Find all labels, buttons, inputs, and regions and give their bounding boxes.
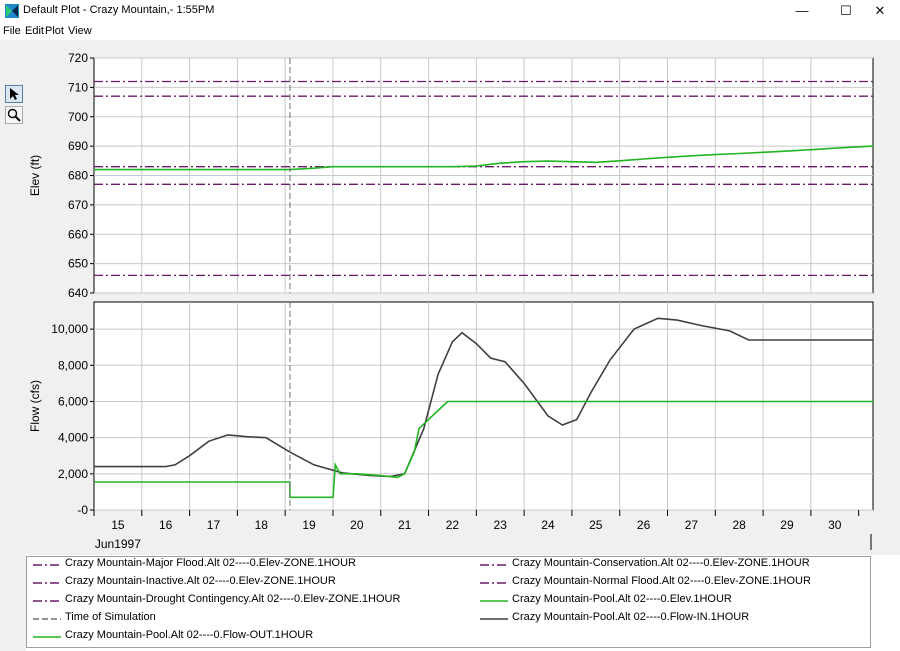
select-arrow-icon[interactable] — [5, 85, 23, 103]
legend-swatch-solid — [33, 636, 61, 638]
flow-ytick-label: 10,000 — [51, 322, 88, 336]
flow-ytick-label: 4,000 — [58, 431, 88, 445]
elev-ytick-label: 650 — [68, 257, 88, 271]
elev-ylabel: Elev (ft) — [28, 155, 42, 196]
menu-bar: File Edit Plot View — [0, 22, 900, 40]
menu-view[interactable]: View — [68, 25, 92, 37]
xtick-label: 17 — [207, 518, 221, 532]
flow-ytick-label: 8,000 — [58, 358, 88, 372]
legend-swatch-dashed — [33, 618, 61, 620]
flow-ytick-label: -0 — [77, 503, 88, 517]
app-icon — [5, 4, 19, 18]
legend-label: Crazy Mountain-Major Flood.Alt 02----0.E… — [65, 557, 356, 569]
flow-ytick-label: 6,000 — [58, 394, 88, 408]
window-title: Default Plot - Crazy Mountain,- 1:55PM — [23, 4, 215, 16]
menu-edit[interactable]: Edit — [25, 25, 44, 37]
legend-label: Crazy Mountain-Pool.Alt 02----0.Flow-OUT… — [65, 629, 314, 641]
plot-canvas[interactable]: 720 710 700 690 680 670 660 650 640 Elev (ft) 10,0… — [26, 40, 900, 555]
xtick-label: 28 — [733, 518, 747, 532]
menu-plot[interactable]: Plot — [45, 25, 64, 37]
menu-file[interactable]: File — [3, 25, 21, 37]
legend-label: Crazy Mountain-Pool.Alt 02----0.Elev.1HO… — [512, 593, 732, 605]
legend-swatch-dashdot — [33, 582, 61, 584]
legend-label: Crazy Mountain-Inactive.Alt 02----0.Elev… — [65, 575, 336, 587]
elev-ytick-label: 680 — [68, 169, 88, 183]
xtick-label: 18 — [255, 518, 269, 532]
legend-label: Crazy Mountain-Normal Flood.Alt 02----0.… — [512, 575, 811, 587]
xtick-label: 23 — [494, 518, 508, 532]
elev-ytick-label: 670 — [68, 198, 88, 212]
legend-swatch-dashdot — [33, 564, 61, 566]
elev-ytick-label: 700 — [68, 110, 88, 124]
title-bar: Default Plot - Crazy Mountain,- 1:55PM —… — [0, 0, 900, 22]
minimize-button[interactable]: — — [780, 0, 824, 22]
legend-label: Crazy Mountain-Pool.Alt 02----0.Flow-IN.… — [512, 611, 750, 623]
elev-ytick-label: 640 — [68, 286, 88, 300]
legend-swatch-dashdot — [480, 582, 508, 584]
elev-ytick-label: 710 — [68, 80, 88, 94]
legend-swatch-dashdot — [33, 600, 61, 602]
flow-ylabel: Flow (cfs) — [28, 380, 42, 432]
xtick-label: 16 — [159, 518, 173, 532]
xaxis-month-label: Jun1997 — [95, 537, 141, 551]
xtick-label: 27 — [685, 518, 699, 532]
close-button[interactable]: ✕ — [858, 0, 900, 22]
legend-label: Crazy Mountain-Drought Contingency.Alt 0… — [65, 593, 401, 605]
xtick-label: 22 — [446, 518, 460, 532]
xtick-label: 20 — [350, 518, 364, 532]
legend: Crazy Mountain-Major Flood.Alt 02----0.E… — [26, 556, 871, 648]
legend-label: Time of Simulation — [65, 611, 156, 623]
elev-ytick-label: 690 — [68, 139, 88, 153]
xtick-label: 19 — [302, 518, 316, 532]
zoom-magnifier-icon[interactable] — [5, 106, 23, 124]
legend-swatch-dashdot — [480, 564, 508, 566]
elev-ytick-label: 660 — [68, 227, 88, 241]
xtick-label: 29 — [780, 518, 794, 532]
plot-area: 720 710 700 690 680 670 660 650 640 Elev (ft) 10,0… — [26, 40, 900, 555]
xtick-label: 15 — [111, 518, 125, 532]
elev-ytick-label: 720 — [68, 51, 88, 65]
legend-swatch-solid — [480, 618, 508, 620]
xtick-label: 21 — [398, 518, 412, 532]
xtick-label: 25 — [589, 518, 603, 532]
xtick-label: 30 — [828, 518, 842, 532]
xtick-label: 26 — [637, 518, 651, 532]
flow-ytick-label: 2,000 — [58, 467, 88, 481]
legend-label: Crazy Mountain-Conservation.Alt 02----0.… — [512, 557, 810, 569]
legend-swatch-solid — [480, 600, 508, 602]
flow-panel-frame — [93, 301, 874, 511]
xtick-label: 24 — [541, 518, 555, 532]
plot-toolbar — [0, 40, 26, 651]
